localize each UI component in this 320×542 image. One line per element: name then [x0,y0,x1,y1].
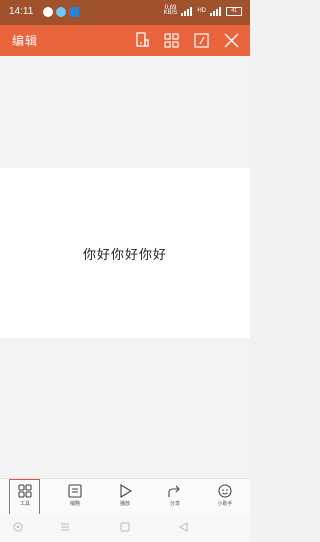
signal-icon [210,6,221,16]
nav-assist-button[interactable] [11,520,25,534]
status-right: 0.69 KB/S HD 41 [163,5,242,16]
thumbnail-button[interactable]: 缩略 [50,479,100,515]
play-label: 播放 [119,501,130,507]
signal-icon [181,6,193,16]
menu-icon [61,523,69,531]
nav-menu-button[interactable] [58,520,72,534]
assistant-button[interactable]: 小助手 [200,479,250,515]
battery-icon: 41 [226,6,242,16]
circle-dot-icon [13,522,23,532]
notification-icons [43,7,79,17]
close-button[interactable] [222,31,240,49]
nav-back-button[interactable] [177,520,191,534]
toolbar-title: 编辑 [12,34,39,48]
tools-button[interactable]: 工具 [0,479,50,515]
phone-button[interactable] [133,31,151,49]
share-button[interactable]: 分享 [150,479,200,515]
assistant-label: 小助手 [217,501,233,507]
slide-canvas[interactable]: 你好你好你好 [0,168,250,338]
grid-icon [163,32,179,48]
status-time: 14:11 [9,6,34,17]
grid-button[interactable] [162,31,180,49]
selection-frame [9,479,40,515]
notification-icon [56,7,66,17]
canvas-margin-top [0,56,250,168]
assistant-icon [218,484,232,498]
slide-text[interactable]: 你好你好你好 [0,244,250,263]
share-label: 分享 [169,501,180,507]
edit-button[interactable] [192,31,210,49]
phone-icon [136,32,149,47]
status-bar: 14:11 0.69 KB/S HD 41 [0,0,250,25]
thumbnail-label: 缩略 [69,501,80,507]
play-icon [120,484,132,498]
notification-icon [69,7,79,17]
play-button[interactable]: 播放 [100,479,150,515]
net-speed: 0.69 KB/S [163,5,178,16]
notification-icon [43,7,53,17]
app-toolbar: 编辑 [0,25,250,56]
nav-home-button[interactable] [118,520,132,534]
edit-icon [193,32,209,48]
close-icon [223,32,239,48]
bottom-action-bar: 工具 缩略 播放 分享 小助手 [0,478,250,515]
square-icon [120,522,130,532]
system-nav-bar [0,514,250,542]
share-icon [168,485,180,497]
hd-indicator: HD [197,8,206,14]
back-triangle-icon [179,522,188,532]
canvas-margin-bottom [0,338,250,478]
thumbnail-icon [68,484,82,498]
